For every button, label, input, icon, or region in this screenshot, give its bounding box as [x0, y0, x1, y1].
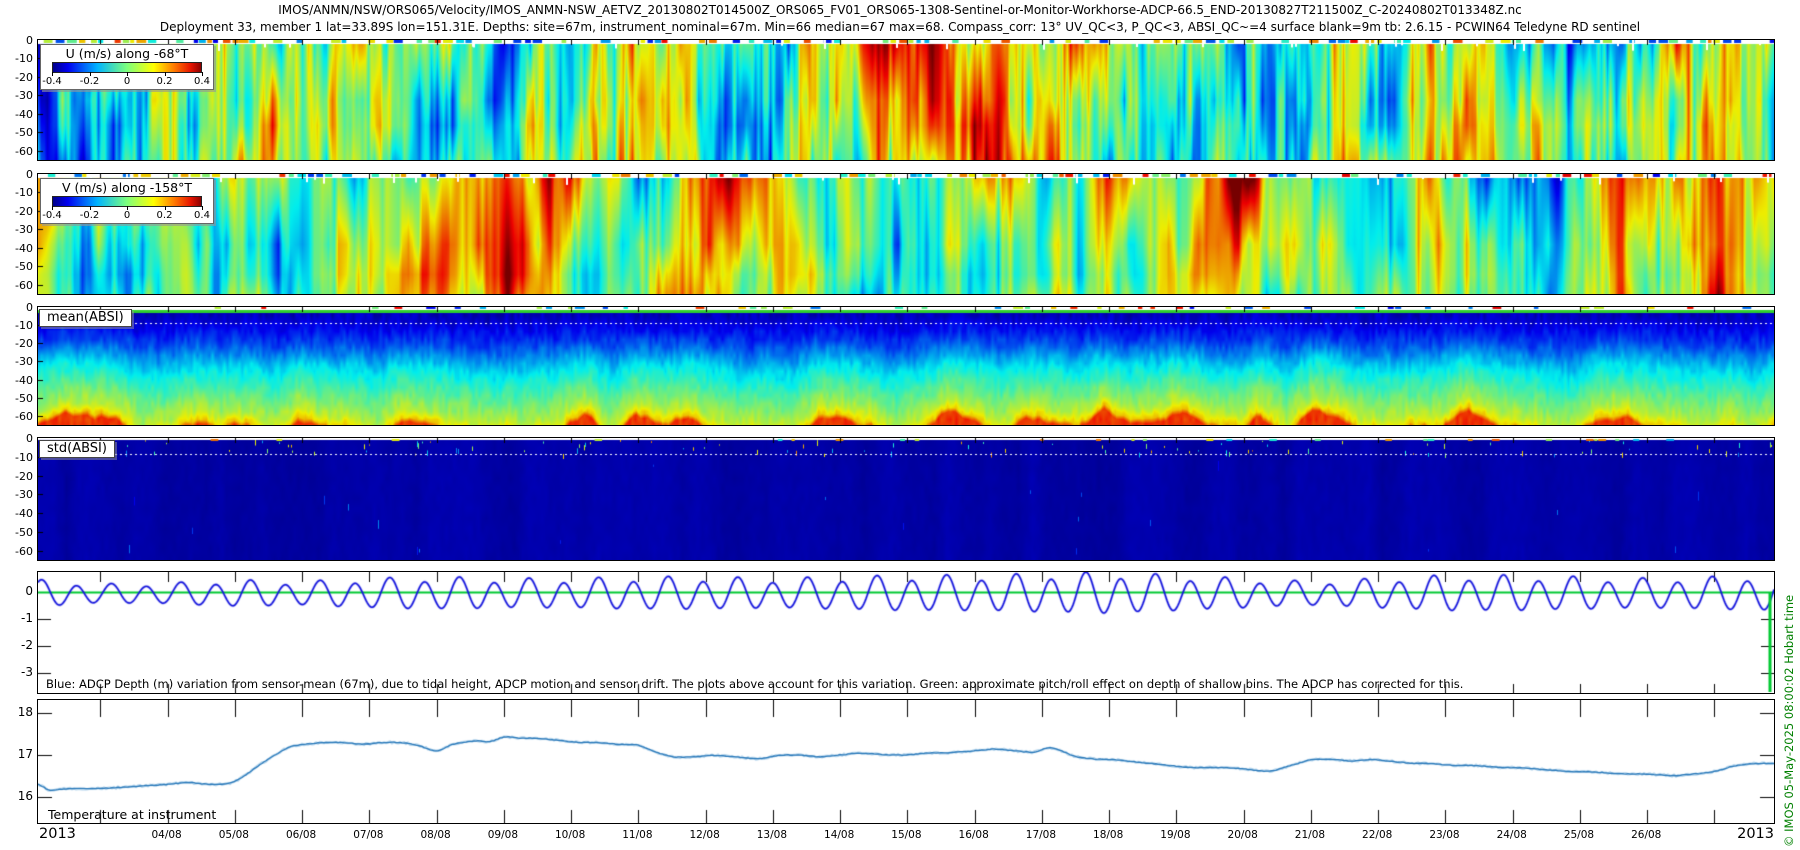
x-axis-year-right: 2013: [1737, 826, 1774, 842]
x-tick-label: 18/08: [1093, 829, 1124, 841]
colorbar-tick-label: 0.2: [156, 210, 173, 221]
x-tick-label: 22/08: [1362, 829, 1393, 841]
x-tick-label: 04/08: [151, 829, 182, 841]
colorbar-tick-label: 0.4: [194, 76, 210, 87]
temperature-label: Temperature at instrument: [48, 807, 217, 822]
temperature-plot: [38, 700, 1774, 823]
adcp-summary-figure: IMOS/ANMN/NSW/ORS065/Velocity/IMOS_ANMN-…: [0, 0, 1800, 850]
y-tick-label: 0: [26, 34, 33, 47]
y-tick-label: -30: [15, 355, 33, 369]
x-tick-label: 12/08: [689, 829, 720, 841]
y-tick-label: -50: [15, 525, 33, 539]
y-tick-label: -20: [15, 204, 33, 218]
y-tick-label: 0: [25, 584, 33, 598]
x-tick-label: 26/08: [1631, 829, 1662, 841]
x-tick-label: 20/08: [1227, 829, 1258, 841]
x-axis-year-left: 2013: [39, 826, 76, 842]
y-tick-label: 18: [17, 705, 33, 719]
figure-subtitle-deployment-info: Deployment 33, member 1 lat=33.89S lon=1…: [159, 20, 1641, 34]
y-tick-label: -1: [21, 611, 33, 625]
y-tick-label: -40: [15, 507, 33, 521]
x-tick-label: 16/08: [958, 829, 989, 841]
y-tick-label: -20: [15, 70, 33, 84]
mean-absi-panel: mean(ABSI): [37, 306, 1775, 426]
y-tick-label: -60: [15, 409, 33, 423]
y-tick-label: -10: [15, 52, 33, 66]
x-tick-label: 05/08: [218, 829, 249, 841]
y-tick-label: 0: [26, 168, 33, 181]
x-tick-label: 07/08: [353, 829, 384, 841]
x-tick-label: 09/08: [487, 829, 518, 841]
x-tick-label: 11/08: [622, 829, 653, 841]
x-tick-label: 10/08: [554, 829, 586, 841]
x-tick-label: 23/08: [1429, 829, 1460, 841]
std-absi-label-box: std(ABSI): [39, 440, 115, 458]
y-tick-label: -40: [15, 107, 33, 121]
colorbar-tick-label: 0.4: [194, 210, 210, 221]
x-tick-label: 24/08: [1496, 829, 1527, 841]
temperature-panel: Temperature at instrument: [37, 699, 1775, 824]
y-tick-label: -20: [15, 337, 33, 351]
u-legend-title: U (m/s) along -68°T: [65, 46, 189, 61]
u-velocity-heatmap: [38, 40, 1774, 160]
imos-timestamp-watermark: © IMOS 05-May-2025 08:00:02 Hobart time: [1782, 594, 1796, 847]
figure-title-filename: IMOS/ANMN/NSW/ORS065/Velocity/IMOS_ANMN-…: [278, 3, 1522, 17]
x-tick-label: 17/08: [1025, 829, 1057, 841]
u-colorbar-tick-labels: -0.4 -0.2 0 0.2 0.4: [42, 72, 210, 89]
y-tick-label: -50: [15, 260, 33, 274]
y-tick-label: 17: [17, 747, 33, 761]
y-tick-label: -40: [15, 241, 33, 255]
y-tick-label: -3: [21, 665, 33, 679]
y-tick-label: 0: [26, 432, 33, 445]
y-tick-label: -30: [15, 89, 33, 103]
x-tick-label: 08/08: [420, 829, 451, 841]
colorbar-tick-label: -0.4: [42, 210, 62, 221]
y-tick-label: -50: [15, 126, 33, 140]
x-tick-label: 13/08: [756, 829, 788, 841]
mean-absi-heatmap: [38, 307, 1774, 425]
y-tick-label: -40: [15, 373, 33, 387]
y-tick-label: -30: [15, 223, 33, 237]
v-velocity-heatmap: [38, 174, 1774, 294]
x-tick-label: 19/08: [1160, 829, 1191, 841]
depth-variation-caption: Blue: ADCP Depth (m) variation from sens…: [46, 677, 1464, 691]
colorbar-tick-label: 0.2: [156, 76, 173, 87]
u-velocity-legend: U (m/s) along -68°T -0.4 -0.2 0 0.2 0.4: [40, 44, 214, 90]
v-velocity-panel: V (m/s) along -158°T -0.4 -0.2 0 0.2 0.4: [37, 173, 1775, 295]
x-tick-label: 14/08: [824, 829, 855, 841]
y-tick-label: -10: [15, 186, 33, 200]
y-tick-label: -60: [15, 544, 33, 558]
y-tick-label: -60: [15, 278, 33, 292]
adcp-depth-variation-panel: Blue: ADCP Depth (m) variation from sens…: [37, 571, 1775, 694]
x-tick-label: 15/08: [891, 829, 922, 841]
v-colorbar-tick-labels: -0.4 -0.2 0 0.2 0.4: [42, 206, 210, 223]
colorbar-tick-label: -0.2: [79, 210, 100, 221]
x-tick-label: 06/08: [285, 829, 317, 841]
mean-absi-label-box: mean(ABSI): [39, 309, 132, 327]
y-tick-label: -50: [15, 391, 33, 405]
v-velocity-legend: V (m/s) along -158°T -0.4 -0.2 0 0.2 0.4: [40, 178, 214, 224]
y-tick-label: -30: [15, 488, 33, 502]
adcp-depth-variation-plot: [38, 572, 1774, 693]
std-absi-panel: std(ABSI): [37, 437, 1775, 561]
y-tick-label: 0: [26, 301, 33, 314]
u-velocity-panel: U (m/s) along -68°T -0.4 -0.2 0 0.2 0.4: [37, 39, 1775, 161]
y-tick-label: -60: [15, 144, 33, 158]
y-tick-label: -2: [21, 638, 33, 652]
y-tick-label: 16: [17, 789, 33, 803]
x-tick-label: 25/08: [1563, 829, 1595, 841]
v-legend-title: V (m/s) along -158°T: [61, 180, 193, 195]
colorbar-tick-label: -0.4: [42, 76, 62, 87]
colorbar-tick-label: 0: [123, 210, 131, 221]
y-tick-label: -20: [15, 469, 33, 483]
y-tick-label: -10: [15, 319, 33, 333]
colorbar-tick-label: 0: [123, 76, 131, 87]
x-tick-label: 21/08: [1294, 829, 1326, 841]
std-absi-heatmap: [38, 438, 1774, 560]
colorbar-tick-label: -0.2: [79, 76, 100, 87]
y-tick-label: -10: [15, 450, 33, 464]
